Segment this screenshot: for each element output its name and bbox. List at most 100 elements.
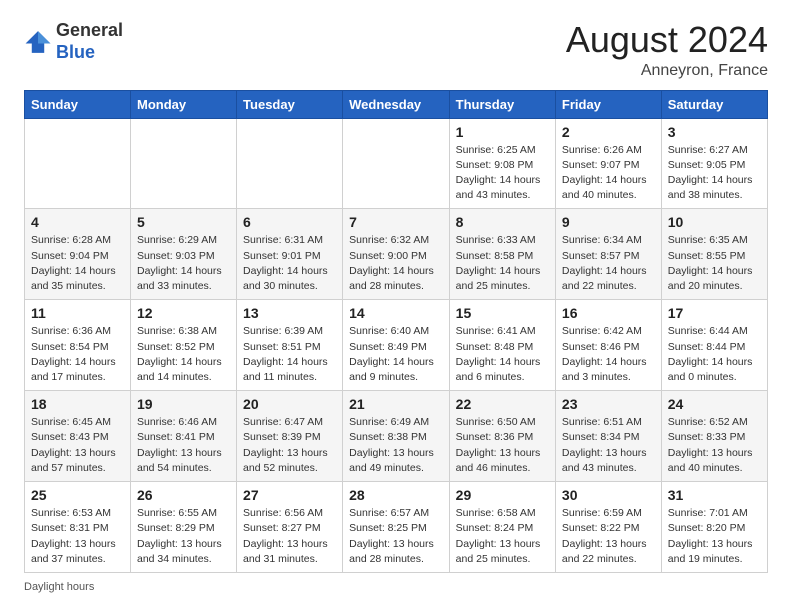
- calendar-cell: 15 Sunrise: 6:41 AMSunset: 8:48 PMDayligh…: [449, 300, 555, 391]
- day-info: Sunrise: 6:33 AMSunset: 8:58 PMDaylight:…: [456, 233, 549, 294]
- day-number: 25: [31, 487, 124, 503]
- day-info: Sunrise: 6:56 AMSunset: 8:27 PMDaylight:…: [243, 506, 336, 567]
- calendar-cell: [131, 118, 237, 209]
- day-number: 29: [456, 487, 549, 503]
- week-row-1: 1 Sunrise: 6:25 AMSunset: 9:08 PMDaylight…: [25, 118, 768, 209]
- calendar-cell: 28 Sunrise: 6:57 AMSunset: 8:25 PMDayligh…: [343, 482, 450, 573]
- day-number: 2: [562, 124, 655, 140]
- day-number: 1: [456, 124, 549, 140]
- day-info: Sunrise: 6:39 AMSunset: 8:51 PMDaylight:…: [243, 324, 336, 385]
- calendar-cell: 18Sunrise: 6:45 AMSunset: 8:43 PMDayligh…: [25, 391, 131, 482]
- day-info: Sunrise: 6:49 AMSunset: 8:38 PMDaylight:…: [349, 415, 443, 476]
- day-info: Sunrise: 6:51 AMSunset: 8:34 PMDaylight:…: [562, 415, 655, 476]
- day-number: 12: [137, 305, 230, 321]
- day-number: 15: [456, 305, 549, 321]
- calendar-cell: 1 Sunrise: 6:25 AMSunset: 9:08 PMDaylight…: [449, 118, 555, 209]
- day-info: Sunrise: 6:52 AMSunset: 8:33 PMDaylight:…: [668, 415, 761, 476]
- calendar-cell: 3Sunrise: 6:27 AMSunset: 9:05 PMDaylight…: [661, 118, 767, 209]
- day-number: 27: [243, 487, 336, 503]
- calendar-cell: 9 Sunrise: 6:34 AMSunset: 8:57 PMDaylight…: [555, 209, 661, 300]
- calendar-cell: 20 Sunrise: 6:47 AMSunset: 8:39 PMDayligh…: [237, 391, 343, 482]
- day-info: Sunrise: 6:35 AMSunset: 8:55 PMDaylight:…: [668, 233, 761, 294]
- calendar-cell: 23 Sunrise: 6:51 AMSunset: 8:34 PMDayligh…: [555, 391, 661, 482]
- day-info: Sunrise: 6:40 AMSunset: 8:49 PMDaylight:…: [349, 324, 443, 385]
- day-number: 4: [31, 214, 124, 230]
- day-info: Sunrise: 6:55 AMSunset: 8:29 PMDaylight:…: [137, 506, 230, 567]
- footer-label: Daylight hours: [24, 581, 94, 593]
- day-number: 26: [137, 487, 230, 503]
- calendar-cell: 21 Sunrise: 6:49 AMSunset: 8:38 PMDayligh…: [343, 391, 450, 482]
- day-number: 20: [243, 396, 336, 412]
- day-number: 17: [668, 305, 761, 321]
- week-row-4: 18Sunrise: 6:45 AMSunset: 8:43 PMDayligh…: [25, 391, 768, 482]
- title-block: August 2024 Anneyron, France: [566, 20, 768, 80]
- calendar-cell: 27 Sunrise: 6:56 AMSunset: 8:27 PMDayligh…: [237, 482, 343, 573]
- calendar-cell: [25, 118, 131, 209]
- logo-text-blue: Blue: [56, 42, 95, 62]
- day-number: 28: [349, 487, 443, 503]
- dow-header-tuesday: Tuesday: [237, 90, 343, 118]
- day-number: 5: [137, 214, 230, 230]
- day-info: Sunrise: 6:57 AMSunset: 8:25 PMDaylight:…: [349, 506, 443, 567]
- day-info: Sunrise: 6:46 AMSunset: 8:41 PMDaylight:…: [137, 415, 230, 476]
- logo: General Blue: [24, 20, 123, 63]
- calendar-cell: [343, 118, 450, 209]
- day-info: Sunrise: 6:47 AMSunset: 8:39 PMDaylight:…: [243, 415, 336, 476]
- day-number: 31: [668, 487, 761, 503]
- week-row-3: 11Sunrise: 6:36 AMSunset: 8:54 PMDayligh…: [25, 300, 768, 391]
- location: Anneyron, France: [566, 62, 768, 80]
- calendar-cell: 13 Sunrise: 6:39 AMSunset: 8:51 PMDayligh…: [237, 300, 343, 391]
- day-info: Sunrise: 6:26 AMSunset: 9:07 PMDaylight:…: [562, 143, 655, 204]
- day-info: Sunrise: 6:29 AMSunset: 9:03 PMDaylight:…: [137, 233, 230, 294]
- week-row-2: 4Sunrise: 6:28 AMSunset: 9:04 PMDaylight…: [25, 209, 768, 300]
- calendar-cell: 16Sunrise: 6:42 AMSunset: 8:46 PMDayligh…: [555, 300, 661, 391]
- day-number: 22: [456, 396, 549, 412]
- calendar-cell: 5 Sunrise: 6:29 AMSunset: 9:03 PMDaylight…: [131, 209, 237, 300]
- footer: Daylight hours: [24, 581, 768, 593]
- day-number: 14: [349, 305, 443, 321]
- day-number: 18: [31, 396, 124, 412]
- day-number: 6: [243, 214, 336, 230]
- day-number: 9: [562, 214, 655, 230]
- calendar-cell: 12 Sunrise: 6:38 AMSunset: 8:52 PMDayligh…: [131, 300, 237, 391]
- day-info: Sunrise: 6:38 AMSunset: 8:52 PMDaylight:…: [137, 324, 230, 385]
- calendar-cell: 25Sunrise: 6:53 AMSunset: 8:31 PMDayligh…: [25, 482, 131, 573]
- day-info: Sunrise: 6:27 AMSunset: 9:05 PMDaylight:…: [668, 143, 761, 204]
- day-info: Sunrise: 6:59 AMSunset: 8:22 PMDaylight:…: [562, 506, 655, 567]
- calendar-body: 1 Sunrise: 6:25 AMSunset: 9:08 PMDaylight…: [25, 118, 768, 572]
- day-info: Sunrise: 6:42 AMSunset: 8:46 PMDaylight:…: [562, 324, 655, 385]
- month-title: August 2024: [566, 20, 768, 60]
- calendar-cell: 26 Sunrise: 6:55 AMSunset: 8:29 PMDayligh…: [131, 482, 237, 573]
- calendar-cell: 4Sunrise: 6:28 AMSunset: 9:04 PMDaylight…: [25, 209, 131, 300]
- calendar-cell: 7Sunrise: 6:32 AMSunset: 9:00 PMDaylight…: [343, 209, 450, 300]
- day-info: Sunrise: 6:58 AMSunset: 8:24 PMDaylight:…: [456, 506, 549, 567]
- calendar-cell: 11Sunrise: 6:36 AMSunset: 8:54 PMDayligh…: [25, 300, 131, 391]
- day-number: 19: [137, 396, 230, 412]
- dow-header-friday: Friday: [555, 90, 661, 118]
- day-info: Sunrise: 6:50 AMSunset: 8:36 PMDaylight:…: [456, 415, 549, 476]
- day-number: 24: [668, 396, 761, 412]
- day-info: Sunrise: 6:34 AMSunset: 8:57 PMDaylight:…: [562, 233, 655, 294]
- day-number: 11: [31, 305, 124, 321]
- day-number: 23: [562, 396, 655, 412]
- day-info: Sunrise: 6:25 AMSunset: 9:08 PMDaylight:…: [456, 143, 549, 204]
- logo-text-general: General: [56, 20, 123, 40]
- calendar-cell: 22 Sunrise: 6:50 AMSunset: 8:36 PMDayligh…: [449, 391, 555, 482]
- day-number: 10: [668, 214, 761, 230]
- day-number: 8: [456, 214, 549, 230]
- day-info: Sunrise: 6:32 AMSunset: 9:00 PMDaylight:…: [349, 233, 443, 294]
- calendar-cell: 17Sunrise: 6:44 AMSunset: 8:44 PMDayligh…: [661, 300, 767, 391]
- page-header: General Blue August 2024 Anneyron, Franc…: [24, 20, 768, 80]
- calendar-cell: 29 Sunrise: 6:58 AMSunset: 8:24 PMDayligh…: [449, 482, 555, 573]
- calendar-cell: 6Sunrise: 6:31 AMSunset: 9:01 PMDaylight…: [237, 209, 343, 300]
- calendar-cell: 8 Sunrise: 6:33 AMSunset: 8:58 PMDaylight…: [449, 209, 555, 300]
- calendar-cell: 30Sunrise: 6:59 AMSunset: 8:22 PMDayligh…: [555, 482, 661, 573]
- calendar: SundayMondayTuesdayWednesdayThursdayFrid…: [24, 90, 768, 573]
- day-number: 13: [243, 305, 336, 321]
- day-info: Sunrise: 6:41 AMSunset: 8:48 PMDaylight:…: [456, 324, 549, 385]
- dow-header-wednesday: Wednesday: [343, 90, 450, 118]
- day-number: 21: [349, 396, 443, 412]
- calendar-cell: 14 Sunrise: 6:40 AMSunset: 8:49 PMDayligh…: [343, 300, 450, 391]
- calendar-cell: 2 Sunrise: 6:26 AMSunset: 9:07 PMDaylight…: [555, 118, 661, 209]
- dow-header-thursday: Thursday: [449, 90, 555, 118]
